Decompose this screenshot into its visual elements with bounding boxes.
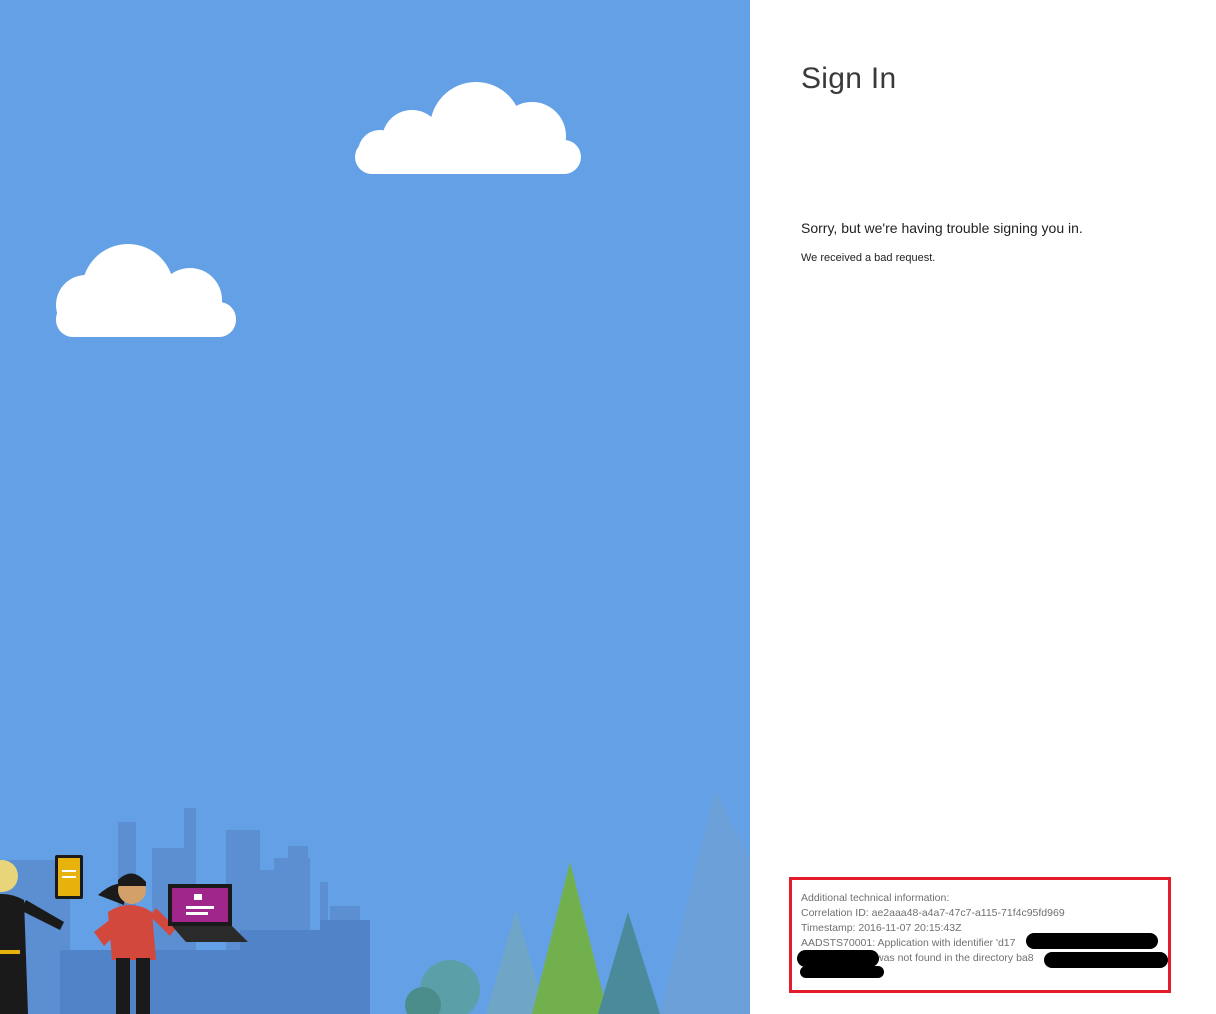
- page-title: Sign In: [801, 62, 897, 95]
- sign-in-illustration: [0, 0, 750, 1014]
- error-code-line: AADSTS70001: Application with identifier…: [801, 937, 1016, 949]
- technical-info-header: Additional technical information:: [801, 892, 950, 904]
- redaction-mark: [797, 950, 879, 967]
- city-people-illustration: [0, 82, 750, 1014]
- error-directory-line: was not found in the directory ba8: [876, 952, 1034, 964]
- tree-green: [532, 862, 608, 1014]
- error-message: We received a bad request.: [801, 252, 936, 264]
- error-heading: Sorry, but we're having trouble signing …: [801, 220, 1083, 236]
- tree-distant: [660, 790, 750, 1014]
- cloud-large: [355, 82, 581, 174]
- technical-info-box: Additional technical information: Correl…: [789, 877, 1171, 993]
- redaction-mark: [1044, 952, 1168, 968]
- cloud-small: [56, 244, 236, 337]
- redaction-mark: [1026, 933, 1158, 949]
- tree-teal: [598, 912, 660, 1014]
- sign-in-panel: Sign In Sorry, but we're having trouble …: [750, 0, 1216, 1014]
- redaction-mark: [800, 966, 884, 978]
- correlation-id: Correlation ID: ae2aaa48-a4a7-47c7-a115-…: [801, 907, 1065, 919]
- timestamp: Timestamp: 2016-11-07 20:15:43Z: [801, 922, 962, 934]
